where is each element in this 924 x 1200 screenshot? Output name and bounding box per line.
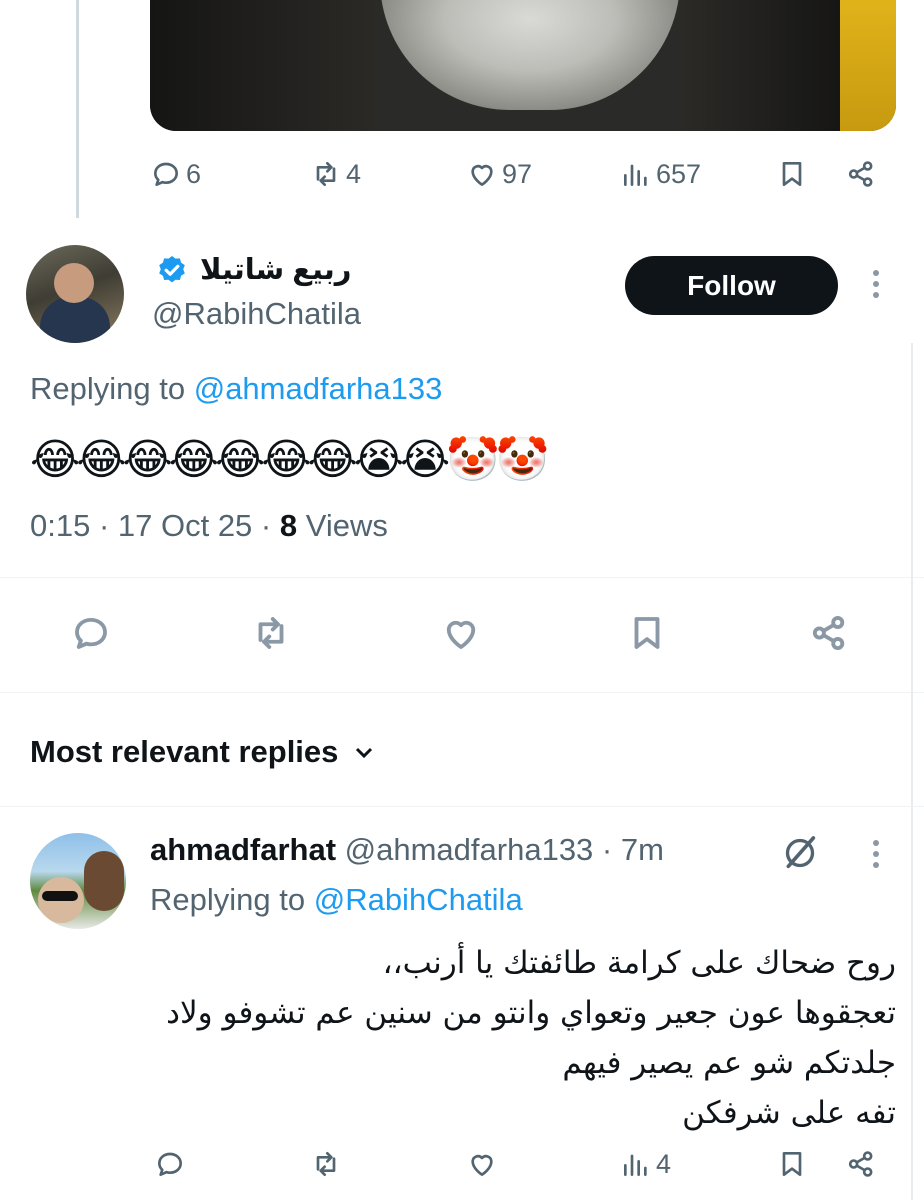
scrollbar[interactable] [911,343,913,1200]
views-button[interactable]: 4 [620,1148,671,1180]
tweet-media-image[interactable] [150,0,896,131]
share-button[interactable] [808,612,850,654]
repost-icon [316,162,336,186]
reply-line: تعجقوها عون جعير وتعواي وانتو من سنين عم… [166,995,896,1031]
like-button[interactable] [440,612,482,654]
views-number: 8 [279,508,298,543]
share-button[interactable] [845,1148,877,1180]
replying-to: Replying to @ahmadfarha133 [30,371,442,407]
bookmark-button[interactable] [776,158,808,190]
user-handle[interactable]: @RabihChatila [152,296,361,332]
reply-icon [158,1152,182,1176]
divider [0,692,924,693]
sort-label: Most relevant replies [30,734,339,769]
like-count: 97 [502,158,533,189]
share-icon [848,161,873,187]
reply-button[interactable]: 6 [150,158,201,190]
tweet-text: 😂😂😂😂😂😂😂😭😭🤡🤡 [30,436,549,484]
divider [0,577,924,578]
reply-actions: 4 [0,1138,924,1198]
replying-prefix: Replying to [150,882,314,917]
reply-line: روح ضحاك على كرامة طائفتك يا أرنب،، [382,945,896,981]
reply-button[interactable] [154,1148,186,1180]
repost-count: 4 [346,158,362,189]
reply-text: روح ضحاك على كرامة طائفتك يا أرنب،، تعجق… [156,938,896,1138]
display-name[interactable]: ربيع شاتيلا [200,252,351,287]
more-icon[interactable] [871,840,881,868]
views-icon [624,1154,647,1176]
like-button[interactable]: 97 [466,158,532,190]
bookmark-icon [634,617,660,649]
tweet-meta: 0:15 · 17 Oct 25 · 8 Views [30,508,388,544]
views-icon [624,164,647,186]
avatar[interactable] [26,245,124,343]
views-count: 4 [656,1148,672,1179]
share-button[interactable] [845,158,877,190]
bookmark-icon [782,162,802,186]
reply-avatar[interactable] [30,833,126,929]
reply-line: جلدتكم شو عم يصير فيهم [562,1045,896,1081]
reply-button[interactable] [70,612,112,654]
reply-header: ahmadfarhat @ahmadfarha133 · 7m [150,832,664,868]
views-button[interactable]: 657 [620,158,701,190]
follow-button[interactable]: Follow [625,256,838,315]
divider [0,806,924,807]
replying-to-link[interactable]: @RabihChatila [314,882,523,917]
replying-to-link[interactable]: @ahmadfarha133 [194,371,443,406]
reply-handle-time[interactable]: @ahmadfarha133 · 7m [336,832,664,867]
replying-to: Replying to @RabihChatila [150,882,523,918]
like-button[interactable] [466,1148,498,1180]
share-icon [812,616,845,650]
more-icon[interactable] [871,270,881,298]
reply-icon [154,162,178,186]
views-count: 657 [656,158,702,189]
repost-icon [316,1152,336,1176]
replying-prefix: Replying to [30,371,194,406]
top-tweet-actions: 6 4 97 657 [0,146,924,206]
repost-button[interactable]: 4 [310,158,361,190]
bookmark-button[interactable] [626,612,668,654]
reply-count: 6 [186,158,202,189]
grok-icon[interactable] [780,833,820,873]
chevron-down-icon [356,747,373,759]
like-icon [471,1154,493,1176]
reply-author-name[interactable]: ahmadfarhat [150,832,336,867]
like-icon [471,164,493,186]
bookmark-icon [782,1152,802,1176]
reply-icon [75,617,107,649]
repost-button[interactable] [310,1148,342,1180]
repost-button[interactable] [250,612,292,654]
tweet-timestamp[interactable]: 0:15 · 17 Oct 25 · [30,508,280,543]
sort-replies-dropdown[interactable]: Most relevant replies [30,734,376,770]
reply-line: تفه على شرفكن [682,1095,896,1131]
verified-badge-icon [159,256,185,283]
share-icon [848,1151,873,1177]
bookmark-button[interactable] [776,1148,808,1180]
views-label: Views [297,508,388,543]
like-icon [446,620,476,649]
repost-icon [258,617,284,649]
main-tweet-actions [0,604,924,664]
